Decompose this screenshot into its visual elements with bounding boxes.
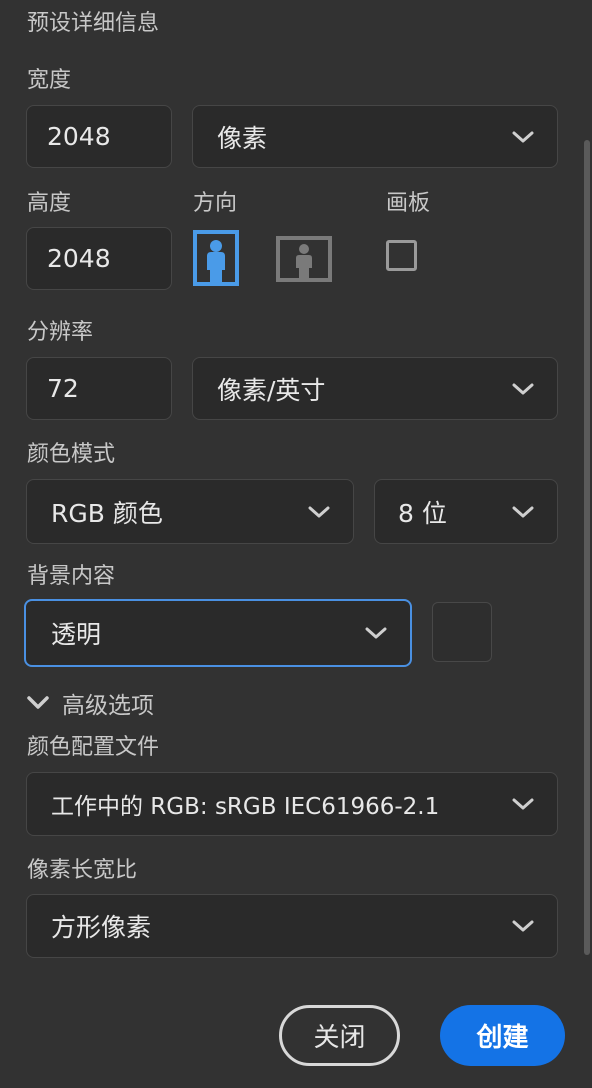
scrollbar[interactable] bbox=[584, 140, 590, 955]
panel-title: 预设详细信息 bbox=[27, 11, 160, 36]
chevron-down-icon bbox=[512, 798, 534, 810]
resolution-label: 分辨率 bbox=[27, 320, 94, 345]
background-label: 背景内容 bbox=[27, 564, 116, 589]
background-select[interactable]: 透明 bbox=[24, 599, 412, 667]
height-value: 2048 bbox=[47, 244, 111, 273]
width-value: 2048 bbox=[47, 122, 111, 151]
pixel-aspect-select[interactable]: 方形像素 bbox=[26, 894, 558, 958]
width-label: 宽度 bbox=[27, 68, 72, 93]
artboard-checkbox[interactable] bbox=[386, 240, 417, 271]
resolution-unit-select[interactable]: 像素/英寸 bbox=[192, 357, 558, 420]
advanced-options-label: 高级选项 bbox=[62, 693, 154, 719]
resolution-unit-value: 像素/英寸 bbox=[217, 375, 326, 405]
background-value: 透明 bbox=[51, 620, 102, 649]
chevron-down-icon bbox=[27, 696, 49, 709]
landscape-orientation-icon[interactable] bbox=[276, 236, 332, 282]
pixel-aspect-value: 方形像素 bbox=[51, 913, 152, 942]
color-profile-label: 颜色配置文件 bbox=[27, 735, 160, 760]
advanced-options-toggle[interactable]: 高级选项 bbox=[26, 688, 154, 719]
chevron-down-icon bbox=[512, 506, 534, 517]
width-unit-value: 像素 bbox=[217, 123, 268, 153]
orientation-label: 方向 bbox=[193, 191, 238, 216]
width-unit-select[interactable]: 像素 bbox=[192, 105, 558, 168]
create-button[interactable]: 创建 bbox=[440, 1005, 565, 1066]
height-input[interactable]: 2048 bbox=[26, 227, 172, 290]
chevron-down-icon bbox=[512, 920, 534, 932]
background-color-swatch[interactable] bbox=[432, 602, 492, 662]
portrait-orientation-icon[interactable] bbox=[193, 230, 239, 286]
chevron-down-icon bbox=[512, 131, 534, 142]
resolution-value: 72 bbox=[47, 374, 79, 403]
color-mode-select[interactable]: RGB 颜色 bbox=[26, 479, 354, 544]
resolution-input[interactable]: 72 bbox=[26, 357, 172, 420]
close-button[interactable]: 关闭 bbox=[279, 1005, 400, 1066]
artboard-label: 画板 bbox=[386, 191, 431, 216]
chevron-down-icon bbox=[365, 627, 387, 639]
chevron-down-icon bbox=[512, 383, 534, 394]
chevron-down-icon bbox=[308, 506, 330, 517]
pixel-aspect-label: 像素长宽比 bbox=[27, 858, 138, 883]
height-label: 高度 bbox=[27, 191, 72, 216]
color-profile-value: 工作中的 RGB: sRGB IEC61966-2.1 bbox=[51, 794, 440, 820]
bit-depth-select[interactable]: 8 位 bbox=[374, 479, 558, 544]
color-mode-label: 颜色模式 bbox=[27, 442, 116, 467]
color-mode-value: RGB 颜色 bbox=[51, 498, 163, 528]
bit-depth-value: 8 位 bbox=[398, 498, 447, 528]
width-input[interactable]: 2048 bbox=[26, 105, 172, 168]
color-profile-select[interactable]: 工作中的 RGB: sRGB IEC61966-2.1 bbox=[26, 772, 558, 836]
